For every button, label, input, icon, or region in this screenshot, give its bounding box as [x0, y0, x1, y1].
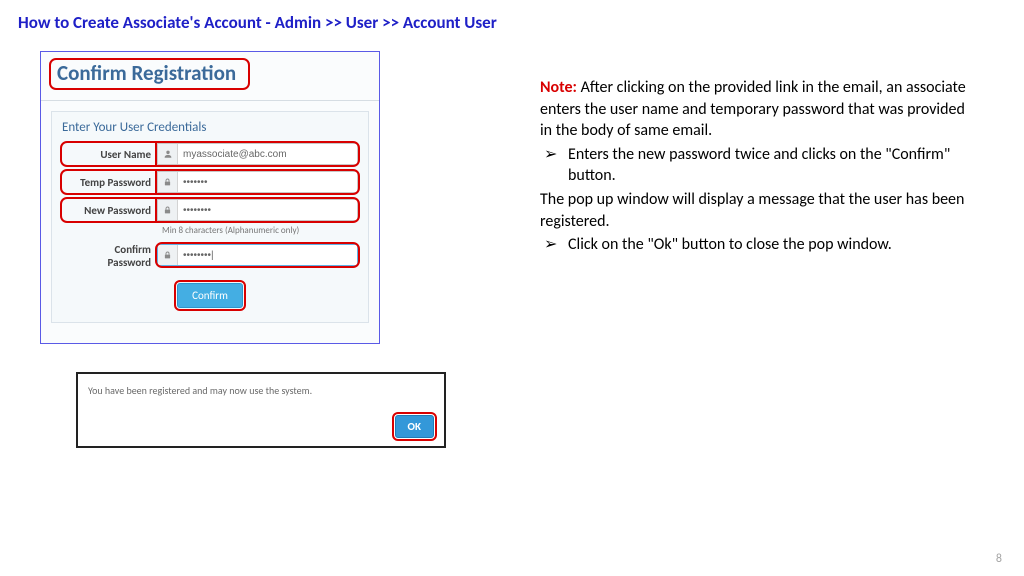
slide-title: How to Create Associate's Account - Admi… [0, 0, 1024, 33]
credentials-subheading: Enter Your User Credentials [62, 118, 358, 143]
instructions-text: Note: After clicking on the provided lin… [540, 51, 970, 448]
lock-icon [158, 172, 178, 192]
bullet-item: Enters the new password twice and clicks… [544, 144, 970, 187]
confirm-password-label: ConfirmPassword [62, 244, 157, 269]
lock-icon [158, 200, 178, 220]
user-icon [158, 144, 178, 164]
confirm-password-input[interactable] [178, 245, 357, 265]
username-label: User Name [62, 143, 157, 165]
temp-password-label: Temp Password [62, 171, 157, 193]
credentials-panel: Enter Your User Credentials User Name Te… [51, 111, 369, 323]
page-number: 8 [996, 552, 1002, 566]
username-input[interactable] [178, 144, 357, 164]
note-label: Note: [540, 78, 577, 97]
new-password-label: New Password [62, 199, 157, 221]
ok-button[interactable]: OK [395, 415, 434, 438]
password-hint: Min 8 characters (Alphanumeric only) [62, 225, 358, 236]
registration-panel: Confirm Registration Enter Your User Cre… [40, 51, 380, 344]
confirm-button[interactable]: Confirm [177, 283, 243, 308]
confirm-password-input-wrap[interactable] [157, 244, 358, 266]
username-input-wrap[interactable] [157, 143, 358, 165]
bullet-item: Click on the "Ok" button to close the po… [544, 234, 970, 256]
success-dialog: You have been registered and may now use… [76, 372, 446, 448]
temp-password-input[interactable] [178, 172, 357, 192]
temp-password-input-wrap[interactable] [157, 171, 358, 193]
lock-icon [158, 245, 178, 265]
new-password-input-wrap[interactable] [157, 199, 358, 221]
new-password-input[interactable] [178, 200, 357, 220]
registration-heading: Confirm Registration [49, 58, 250, 90]
success-message: You have been registered and may now use… [88, 384, 434, 415]
